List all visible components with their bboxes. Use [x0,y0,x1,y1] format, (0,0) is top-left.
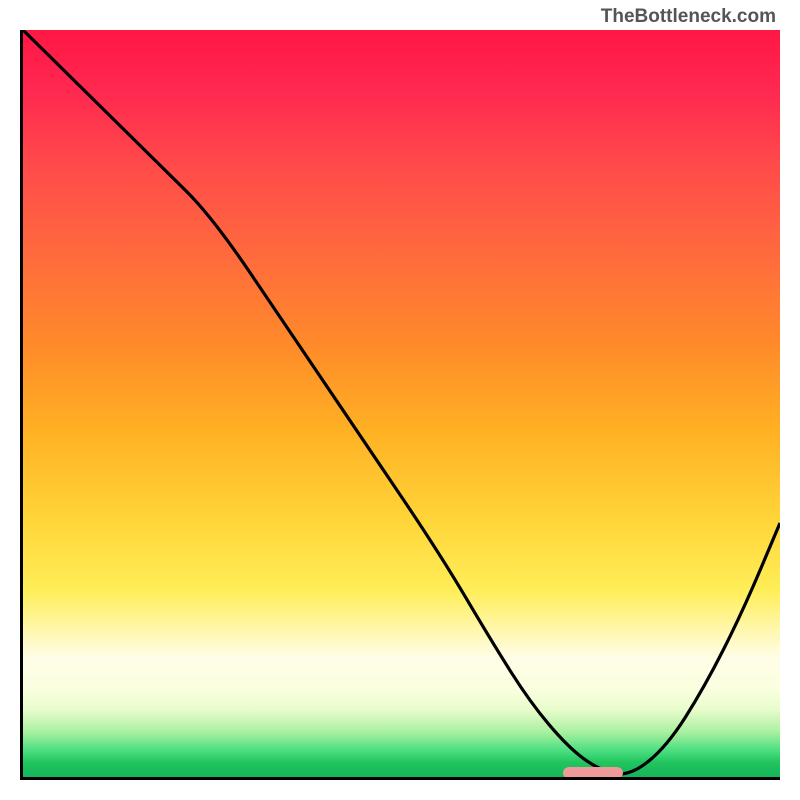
curve-svg [23,30,780,777]
bottleneck-chart: TheBottleneck.com [0,0,800,800]
bottleneck-curve [23,30,780,774]
optimal-marker [563,767,624,779]
watermark-text: TheBottleneck.com [601,6,776,28]
plot-area [20,30,780,780]
